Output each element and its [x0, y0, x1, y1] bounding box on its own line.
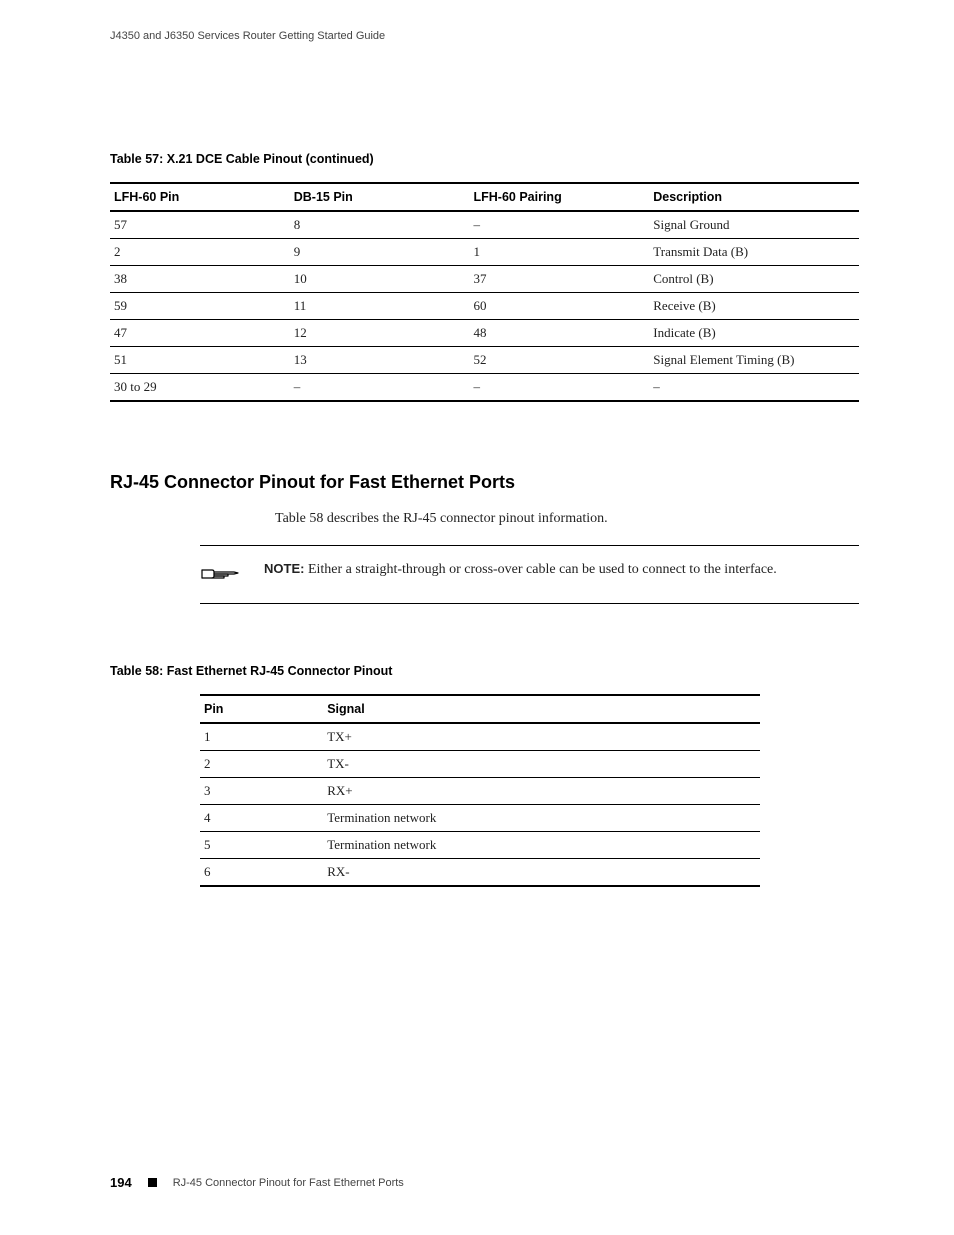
- note-body: Either a straight-through or cross-over …: [308, 562, 777, 577]
- cell: 52: [470, 347, 650, 374]
- table57-h2: LFH-60 Pairing: [470, 183, 650, 211]
- cell: 8: [290, 211, 470, 239]
- cell: 9: [290, 239, 470, 266]
- table57-caption: Table 57: X.21 DCE Cable Pinout (continu…: [110, 152, 859, 166]
- cell: 48: [470, 320, 650, 347]
- running-head: J4350 and J6350 Services Router Getting …: [110, 30, 859, 42]
- table-row: 57 8 – Signal Ground: [110, 211, 859, 239]
- cell: Termination network: [323, 832, 760, 859]
- table-row: 6 RX-: [200, 859, 760, 887]
- cell: 1: [470, 239, 650, 266]
- table58-h1: Signal: [323, 695, 760, 723]
- cell: 11: [290, 293, 470, 320]
- cell: Transmit Data (B): [649, 239, 859, 266]
- body-paragraph: Table 58 describes the RJ-45 connector p…: [275, 511, 859, 527]
- cell: 13: [290, 347, 470, 374]
- table58-header-row: Pin Signal: [200, 695, 760, 723]
- cell: 57: [110, 211, 290, 239]
- cell: 4: [200, 805, 323, 832]
- table-row: 3 RX+: [200, 778, 760, 805]
- note-block: NOTE: Either a straight-through or cross…: [200, 545, 859, 604]
- page-footer: 194 RJ-45 Connector Pinout for Fast Ethe…: [110, 1175, 404, 1190]
- page-body: J4350 and J6350 Services Router Getting …: [0, 0, 954, 1235]
- cell: 38: [110, 266, 290, 293]
- cell: 5: [200, 832, 323, 859]
- table58: Pin Signal 1 TX+ 2 TX- 3 RX+ 4: [200, 694, 760, 887]
- section-heading: RJ-45 Connector Pinout for Fast Ethernet…: [110, 472, 859, 493]
- cell: 47: [110, 320, 290, 347]
- cell: 6: [200, 859, 323, 887]
- table57-h1: DB-15 Pin: [290, 183, 470, 211]
- cell: –: [470, 211, 650, 239]
- cell: 51: [110, 347, 290, 374]
- table-row: 47 12 48 Indicate (B): [110, 320, 859, 347]
- footer-text: RJ-45 Connector Pinout for Fast Ethernet…: [173, 1177, 404, 1189]
- cell: RX+: [323, 778, 760, 805]
- table58-wrap: Pin Signal 1 TX+ 2 TX- 3 RX+ 4: [200, 694, 760, 887]
- cell: TX-: [323, 751, 760, 778]
- table57: LFH-60 Pin DB-15 Pin LFH-60 Pairing Desc…: [110, 182, 859, 402]
- note-label: NOTE:: [264, 561, 304, 576]
- table58-h0: Pin: [200, 695, 323, 723]
- table-row: 5 Termination network: [200, 832, 760, 859]
- table-row: 38 10 37 Control (B): [110, 266, 859, 293]
- note-hand-icon: [200, 562, 244, 589]
- cell: 2: [200, 751, 323, 778]
- cell: 60: [470, 293, 650, 320]
- cell: –: [470, 374, 650, 402]
- table58-caption: Table 58: Fast Ethernet RJ-45 Connector …: [110, 664, 859, 678]
- cell: Signal Element Timing (B): [649, 347, 859, 374]
- cell: –: [649, 374, 859, 402]
- cell: Signal Ground: [649, 211, 859, 239]
- cell: 59: [110, 293, 290, 320]
- cell: 37: [470, 266, 650, 293]
- table57-h3: Description: [649, 183, 859, 211]
- page-number: 194: [110, 1175, 132, 1190]
- cell: 30 to 29: [110, 374, 290, 402]
- table-row: 2 9 1 Transmit Data (B): [110, 239, 859, 266]
- table-row: 59 11 60 Receive (B): [110, 293, 859, 320]
- note-text: NOTE: Either a straight-through or cross…: [264, 560, 777, 580]
- cell: 2: [110, 239, 290, 266]
- cell: –: [290, 374, 470, 402]
- table-row: 30 to 29 – – –: [110, 374, 859, 402]
- cell: TX+: [323, 723, 760, 751]
- cell: 10: [290, 266, 470, 293]
- table57-h0: LFH-60 Pin: [110, 183, 290, 211]
- cell: 12: [290, 320, 470, 347]
- cell: RX-: [323, 859, 760, 887]
- cell: 1: [200, 723, 323, 751]
- table57-header-row: LFH-60 Pin DB-15 Pin LFH-60 Pairing Desc…: [110, 183, 859, 211]
- cell: Termination network: [323, 805, 760, 832]
- table-row: 51 13 52 Signal Element Timing (B): [110, 347, 859, 374]
- table-row: 1 TX+: [200, 723, 760, 751]
- cell: Receive (B): [649, 293, 859, 320]
- table-row: 2 TX-: [200, 751, 760, 778]
- cell: 3: [200, 778, 323, 805]
- footer-square-icon: [148, 1178, 157, 1187]
- table-row: 4 Termination network: [200, 805, 760, 832]
- cell: Control (B): [649, 266, 859, 293]
- cell: Indicate (B): [649, 320, 859, 347]
